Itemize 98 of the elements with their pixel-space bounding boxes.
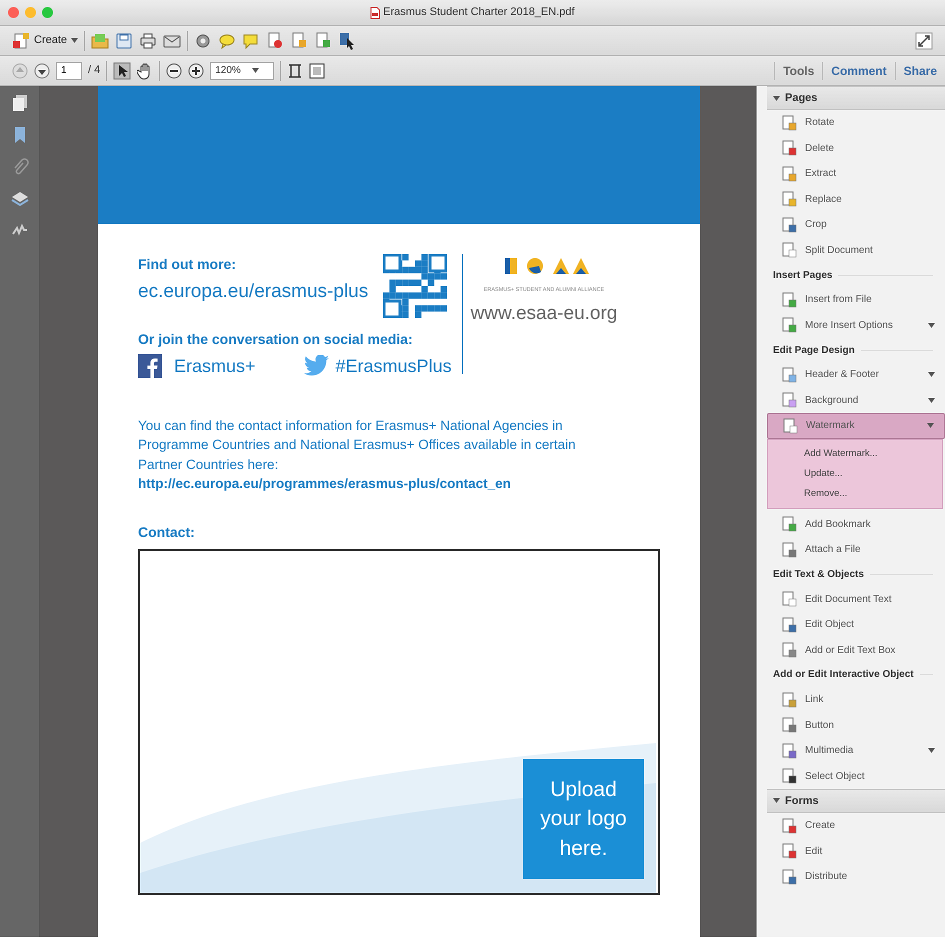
hashtag-label: #ErasmusPlus <box>336 354 452 378</box>
qr-code <box>383 254 448 318</box>
expand-icon[interactable] <box>915 32 933 50</box>
facebook-label: Erasmus+ <box>174 354 256 378</box>
document-icon <box>781 616 797 632</box>
tool-item[interactable]: Button <box>767 712 945 738</box>
document-icon <box>781 542 797 558</box>
document-icon <box>781 114 797 131</box>
document-icon <box>781 140 797 156</box>
zoom-dropdown[interactable]: 120% <box>210 62 274 80</box>
fit-page-icon[interactable] <box>287 62 304 78</box>
tool-item[interactable]: Add or Edit Text Box <box>767 637 945 663</box>
speech-bubble-icon[interactable] <box>218 32 236 50</box>
panel-tab[interactable]: Tools <box>774 62 822 80</box>
create-button[interactable]: Create <box>12 32 78 50</box>
document-icon <box>781 868 797 884</box>
panel-tab[interactable]: Comment <box>822 62 895 80</box>
speech-bubble-icon[interactable] <box>242 32 260 50</box>
tool-item[interactable]: Edit Document Text <box>767 586 945 612</box>
tool-item[interactable]: Multimedia <box>767 738 945 764</box>
tool-item[interactable]: Add Bookmark <box>767 511 945 537</box>
zoom-in-icon[interactable] <box>188 62 204 78</box>
document-icon <box>781 216 797 233</box>
tool-item[interactable]: Link <box>767 686 945 712</box>
tool-item[interactable]: Replace <box>767 186 945 212</box>
tool-item[interactable]: Crop <box>767 212 945 238</box>
document-icon[interactable] <box>290 32 308 50</box>
folder-icon[interactable] <box>91 32 110 50</box>
document-icon <box>781 642 797 658</box>
contact-link[interactable]: http://ec.europa.eu/programmes/erasmus-plus/contact_en <box>138 474 660 494</box>
document-icon[interactable] <box>266 32 284 50</box>
pages-icon[interactable] <box>10 94 28 112</box>
tool-item[interactable]: Attach a File <box>767 536 945 562</box>
document-icon <box>781 317 797 334</box>
tool-item[interactable]: Watermark <box>767 413 945 438</box>
page-number-field[interactable]: 1 <box>56 62 82 80</box>
facebook-icon <box>138 354 162 378</box>
document-icon <box>781 818 797 834</box>
section-heading: Insert Pages <box>767 263 945 287</box>
caret-icon <box>252 68 259 73</box>
save-icon[interactable] <box>115 32 134 50</box>
logo-upload-area: Upload your logo here. <box>523 759 644 879</box>
document-icon <box>781 591 797 607</box>
window-title: Erasmus Student Charter 2018_EN.pdf <box>383 5 575 20</box>
social-media-heading: Or join the conversation on social media: <box>138 330 414 349</box>
panel-tab[interactable]: Share <box>894 62 945 80</box>
section-heading: Edit Page Design <box>767 338 945 362</box>
menu-item[interactable]: Add Watermark... <box>768 444 942 464</box>
tool-item[interactable]: Split Document <box>767 238 945 263</box>
tool-item[interactable]: Extract <box>767 161 945 186</box>
document-icon <box>781 242 797 258</box>
document-icon <box>781 392 797 408</box>
tool-item[interactable]: Header & Footer <box>767 362 945 388</box>
document-icon <box>781 516 797 532</box>
document-icon <box>781 292 797 308</box>
document-icon <box>781 692 797 708</box>
document-icon <box>781 366 797 383</box>
document-icon[interactable] <box>314 32 332 50</box>
full-page-icon[interactable] <box>309 62 326 78</box>
menu-item[interactable]: Update... <box>768 464 942 484</box>
tool-item[interactable]: Distribute <box>767 864 945 890</box>
document-icon <box>781 191 797 208</box>
tool-item[interactable]: Rotate <box>767 110 945 136</box>
document-icon <box>782 418 798 434</box>
document-icon <box>781 166 797 182</box>
tool-item[interactable]: Edit Object <box>767 612 945 638</box>
document-icon <box>781 742 797 758</box>
select-cursor-icon[interactable] <box>113 62 132 80</box>
tool-item[interactable]: Delete <box>767 136 945 161</box>
section-heading: Add or Edit Interactive Object <box>767 662 945 687</box>
cursor-icon[interactable] <box>338 32 356 50</box>
find-out-more-heading: Find out more: <box>138 255 237 274</box>
contact-heading: Contact: <box>138 523 196 542</box>
section-header[interactable]: Pages <box>767 86 945 110</box>
tool-item[interactable]: More Insert Options <box>767 312 945 338</box>
page-total: / 4 <box>88 63 100 78</box>
pdf-file-icon <box>370 6 380 18</box>
document-icon <box>12 32 30 50</box>
bird-icon <box>304 355 330 378</box>
print-icon[interactable] <box>139 32 158 50</box>
tool-item[interactable]: Create <box>767 812 945 838</box>
settings-icon[interactable] <box>194 32 212 50</box>
document-icon <box>781 768 797 784</box>
zoom-out-icon[interactable] <box>166 62 182 78</box>
document-icon <box>781 843 797 859</box>
section-header[interactable]: Forms <box>767 788 945 813</box>
tool-item[interactable]: Background <box>767 388 945 413</box>
website-url: ec.europa.eu/erasmus-plus <box>138 280 368 304</box>
tool-item[interactable]: Select Object <box>767 763 945 789</box>
document-icon <box>781 717 797 733</box>
menu-item[interactable]: Remove... <box>768 484 942 504</box>
tool-item[interactable]: Insert from File <box>767 287 945 312</box>
tool-item[interactable]: Edit <box>767 838 945 864</box>
contact-info-paragraph: You can find the contact information for Erasmus+ National Agencies in Programme Countries and National Erasmus+ Offices available in certain Partner Countries here: <box>138 416 577 474</box>
layers-icon[interactable] <box>10 190 28 208</box>
caret-icon <box>71 38 78 43</box>
section-heading: Edit Text & Objects <box>767 562 945 586</box>
logo-website: www.esaa-eu.org <box>470 302 618 326</box>
